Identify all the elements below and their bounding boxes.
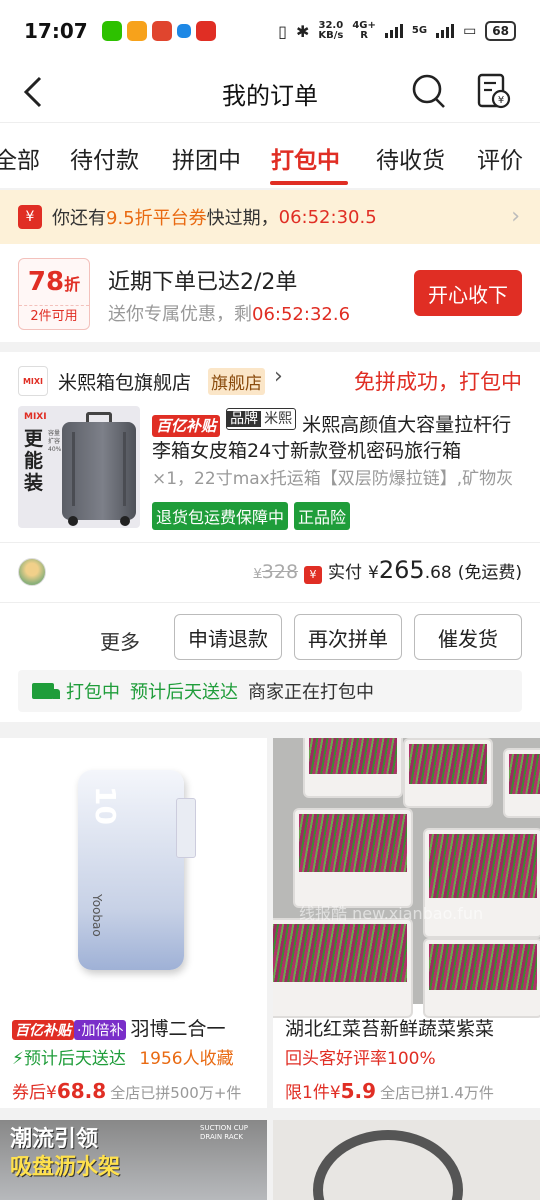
vegetable-image: 线报酷 new.xianbao.fun: [273, 738, 540, 1018]
shipping-note: (免运费): [457, 563, 522, 583]
suitcase-image: [62, 412, 136, 526]
image-label: SUCTION CUP DRAIN RACK: [200, 1124, 248, 1141]
shipping-status[interactable]: 打包中 预计后天送达 商家正在打包中: [18, 670, 522, 712]
product-image[interactable]: MIXI 更能装 容量扩容40%: [18, 406, 140, 528]
sim-icon: ▭: [463, 23, 477, 39]
flagship-badge: 旗舰店: [208, 368, 265, 395]
tab-review[interactable]: 评价: [477, 141, 523, 175]
shop-logo[interactable]: MIXI: [18, 366, 48, 396]
divider: [0, 602, 540, 603]
app-icon: [126, 21, 147, 41]
tab-packing[interactable]: 打包中: [271, 141, 340, 175]
wechat-icon: [101, 21, 122, 41]
battery-icon: 68: [485, 21, 516, 41]
recommend-card[interactable]: 潮流引领 吸盘沥水架 SUCTION CUP DRAIN RACK: [0, 1120, 267, 1200]
status-time: 17:07: [24, 19, 88, 43]
more-button[interactable]: 更多: [100, 626, 140, 655]
return-shipping-badge: 退货包运费保障中: [152, 502, 289, 530]
order-status: 免拼成功，打包中: [354, 370, 522, 394]
service-tags: 退货包运费保障中 正品险: [152, 502, 351, 530]
taobao-icon: [151, 21, 172, 41]
banner-middle: 快过期，: [206, 208, 279, 229]
vibrate-icon: ▯: [278, 21, 287, 41]
bluetooth-icon: ✱: [295, 21, 310, 41]
paid-amount: ¥265.68: [368, 556, 452, 584]
discount-card: 78折 2件可用 近期下单已达2/2单 送你专属优惠，剩06:52:32.6 开…: [0, 244, 540, 342]
wifi-type: 5G: [411, 25, 428, 36]
product-title[interactable]: 百亿补贴 品牌 米熙 米熙高颜值大容量拉杆行李箱女皮箱24寸新款登机密码旅行箱: [152, 408, 524, 460]
product-image: [313, 1130, 463, 1200]
coupon-expiry-banner[interactable]: ¥ 你还有 9.5折平台券 快过期， 06:52:30.5 ›: [0, 190, 540, 244]
avatar: [18, 558, 46, 586]
product-price: 券后¥68.8 全店已拼500万+件: [12, 1079, 242, 1103]
order-card: MIXI 米熙箱包旗舰店 旗舰店 › 免拼成功，打包中 MIXI 更能装 容量扩…: [0, 352, 540, 722]
promo-text: 潮流引领 吸盘沥水架: [10, 1127, 121, 1180]
banner-coupon: 9.5折平台券: [106, 208, 207, 229]
recommend-card[interactable]: [273, 1120, 540, 1200]
power-bank-image: 10 Yoobao: [78, 770, 184, 970]
product-image[interactable]: 线报酷 new.xianbao.fun: [273, 738, 540, 1018]
banner-countdown: 06:52:30.5: [278, 206, 377, 228]
notification-icons: [101, 21, 216, 41]
product-title: 百亿补贴 ·加倍补 羽博二合一: [12, 1014, 262, 1041]
net-speed: 32.0 KB/s: [318, 20, 344, 41]
tab-unpaid[interactable]: 待付款: [70, 141, 139, 175]
tab-all[interactable]: 全部: [0, 141, 40, 175]
svg-text:¥: ¥: [498, 95, 504, 106]
reorder-button[interactable]: 再次拼单: [294, 614, 402, 660]
product-title: 湖北红菜苔新鲜蔬菜紫菜: [285, 1018, 495, 1040]
app-icon: [176, 24, 191, 38]
tab-grouping[interactable]: 拼团中: [172, 141, 241, 175]
product-image[interactable]: 10 Yoobao: [0, 738, 267, 1004]
status-bar: 17:07 ▯ ✱ 32.0 KB/s 4G+ R 5G ▭ 68: [0, 0, 540, 62]
watermark: 线报酷 new.xianbao.fun: [299, 904, 484, 923]
product-highlight: 回头客好评率100%: [285, 1049, 436, 1069]
brand-badge: 品牌 米熙: [226, 408, 297, 430]
claim-button[interactable]: 开心收下: [414, 270, 522, 316]
page-title: 我的订单: [222, 82, 318, 110]
divider: [0, 542, 540, 543]
bill-icon[interactable]: ¥: [474, 72, 512, 110]
product-spec: ×1，22寸max托运箱【双层防爆拉链】,矿物灰: [152, 469, 514, 489]
shop-name[interactable]: 米熙箱包旗舰店: [58, 368, 191, 395]
price-row: ¥328 ¥ 实付 ¥265.68 (免运费): [254, 556, 523, 584]
signal-icon: [384, 24, 403, 38]
signal-icon-2: [436, 24, 455, 38]
paid-icon: ¥: [304, 565, 323, 584]
search-icon[interactable]: [410, 72, 448, 110]
discount-badge: 78折 2件可用: [18, 258, 90, 330]
cell-type: 4G+ R: [352, 20, 376, 41]
tab-to-receive[interactable]: 待收货: [376, 141, 445, 175]
authentic-insurance-badge: 正品险: [294, 502, 351, 530]
promo-headline: 近期下单已达2/2单: [108, 270, 298, 295]
recommend-card[interactable]: 线报酷 new.xianbao.fun 湖北红菜苔新鲜蔬菜紫菜 回头客好评率10…: [273, 738, 540, 1108]
chevron-right-icon[interactable]: ›: [274, 364, 283, 389]
refund-button[interactable]: 申请退款: [174, 614, 282, 660]
original-price: ¥328: [253, 561, 299, 583]
active-tab-indicator: [270, 181, 348, 185]
paid-label: 实付: [328, 563, 363, 583]
banner-prefix: 你还有: [52, 208, 106, 229]
order-tabs: 全部 待付款 拼团中 打包中 待收货 评价: [0, 122, 540, 188]
pdd-icon: [195, 21, 216, 41]
plug-image: [176, 798, 196, 858]
system-icons: ▯ ✱ 32.0 KB/s 4G+ R 5G ▭ 68: [278, 21, 516, 41]
product-price: 限1件¥5.9 全店已拼1.4万件: [285, 1079, 494, 1103]
subsidy-badge: 百亿补贴: [152, 415, 221, 437]
product-eta: ⚡预计后天送达 1956人收藏: [12, 1049, 234, 1069]
nav-bar: 我的订单 ¥: [0, 62, 540, 122]
truck-icon: [32, 683, 60, 699]
chevron-right-icon: ›: [511, 204, 520, 229]
coupon-icon: ¥: [18, 205, 42, 229]
urge-shipping-button[interactable]: 催发货: [414, 614, 522, 660]
promo-subline: 送你专属优惠，剩06:52:32.6: [108, 304, 351, 325]
recommend-card[interactable]: 10 Yoobao 百亿补贴 ·加倍补 羽博二合一 ⚡预计后天送达 1956人收藏 …: [0, 738, 267, 1108]
bolt-icon: ⚡: [12, 1049, 24, 1069]
